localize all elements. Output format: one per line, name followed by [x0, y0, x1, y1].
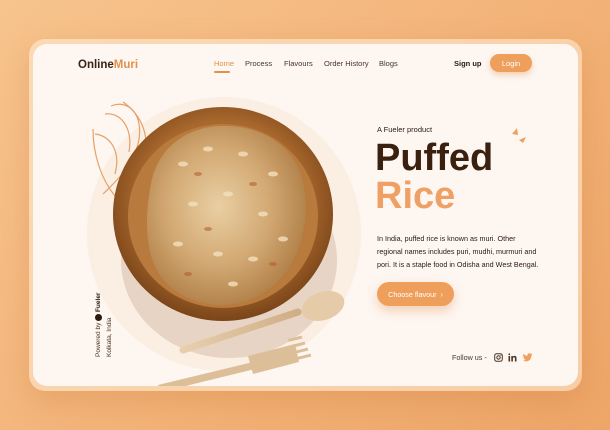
hero-title-line1: Puffed — [375, 137, 494, 179]
location-label: Kolkata, India — [106, 317, 113, 357]
nav-order-history[interactable]: Order History — [324, 59, 369, 68]
hero-illustration — [87, 97, 526, 386]
nav-flavours[interactable]: Flavours — [284, 59, 313, 68]
choose-flavour-label: Choose flavour — [388, 289, 437, 299]
chevron-right-icon: › — [440, 289, 443, 299]
twitter-icon[interactable] — [523, 353, 533, 362]
hero-title-line2: Rice — [375, 175, 456, 217]
instagram-icon[interactable] — [494, 353, 503, 362]
brand-logo[interactable]: OnlineMuri — [78, 59, 138, 71]
nav-home[interactable]: Home — [214, 59, 234, 68]
nav-process[interactable]: Process — [245, 59, 272, 68]
choose-flavour-button[interactable]: Choose flavour › — [377, 282, 454, 306]
login-button[interactable]: Login — [490, 54, 532, 72]
signup-link[interactable]: Sign up — [454, 59, 482, 68]
nav-blogs[interactable]: Blogs — [379, 59, 398, 68]
nav-active-indicator — [214, 71, 230, 73]
powered-by-credit: Powered by Fueler — [95, 292, 103, 357]
hero-description: In India, puffed rice is known as muri. … — [377, 234, 539, 269]
follow-us-label: Follow us - — [452, 353, 487, 362]
tagline: A Fueler product — [377, 125, 433, 134]
linkedin-icon[interactable] — [508, 353, 517, 362]
fueler-logo-icon — [95, 313, 102, 321]
title-accent-icon — [512, 128, 526, 143]
landing-card: OnlineMuri Home Process Flavours Order H… — [33, 44, 578, 386]
